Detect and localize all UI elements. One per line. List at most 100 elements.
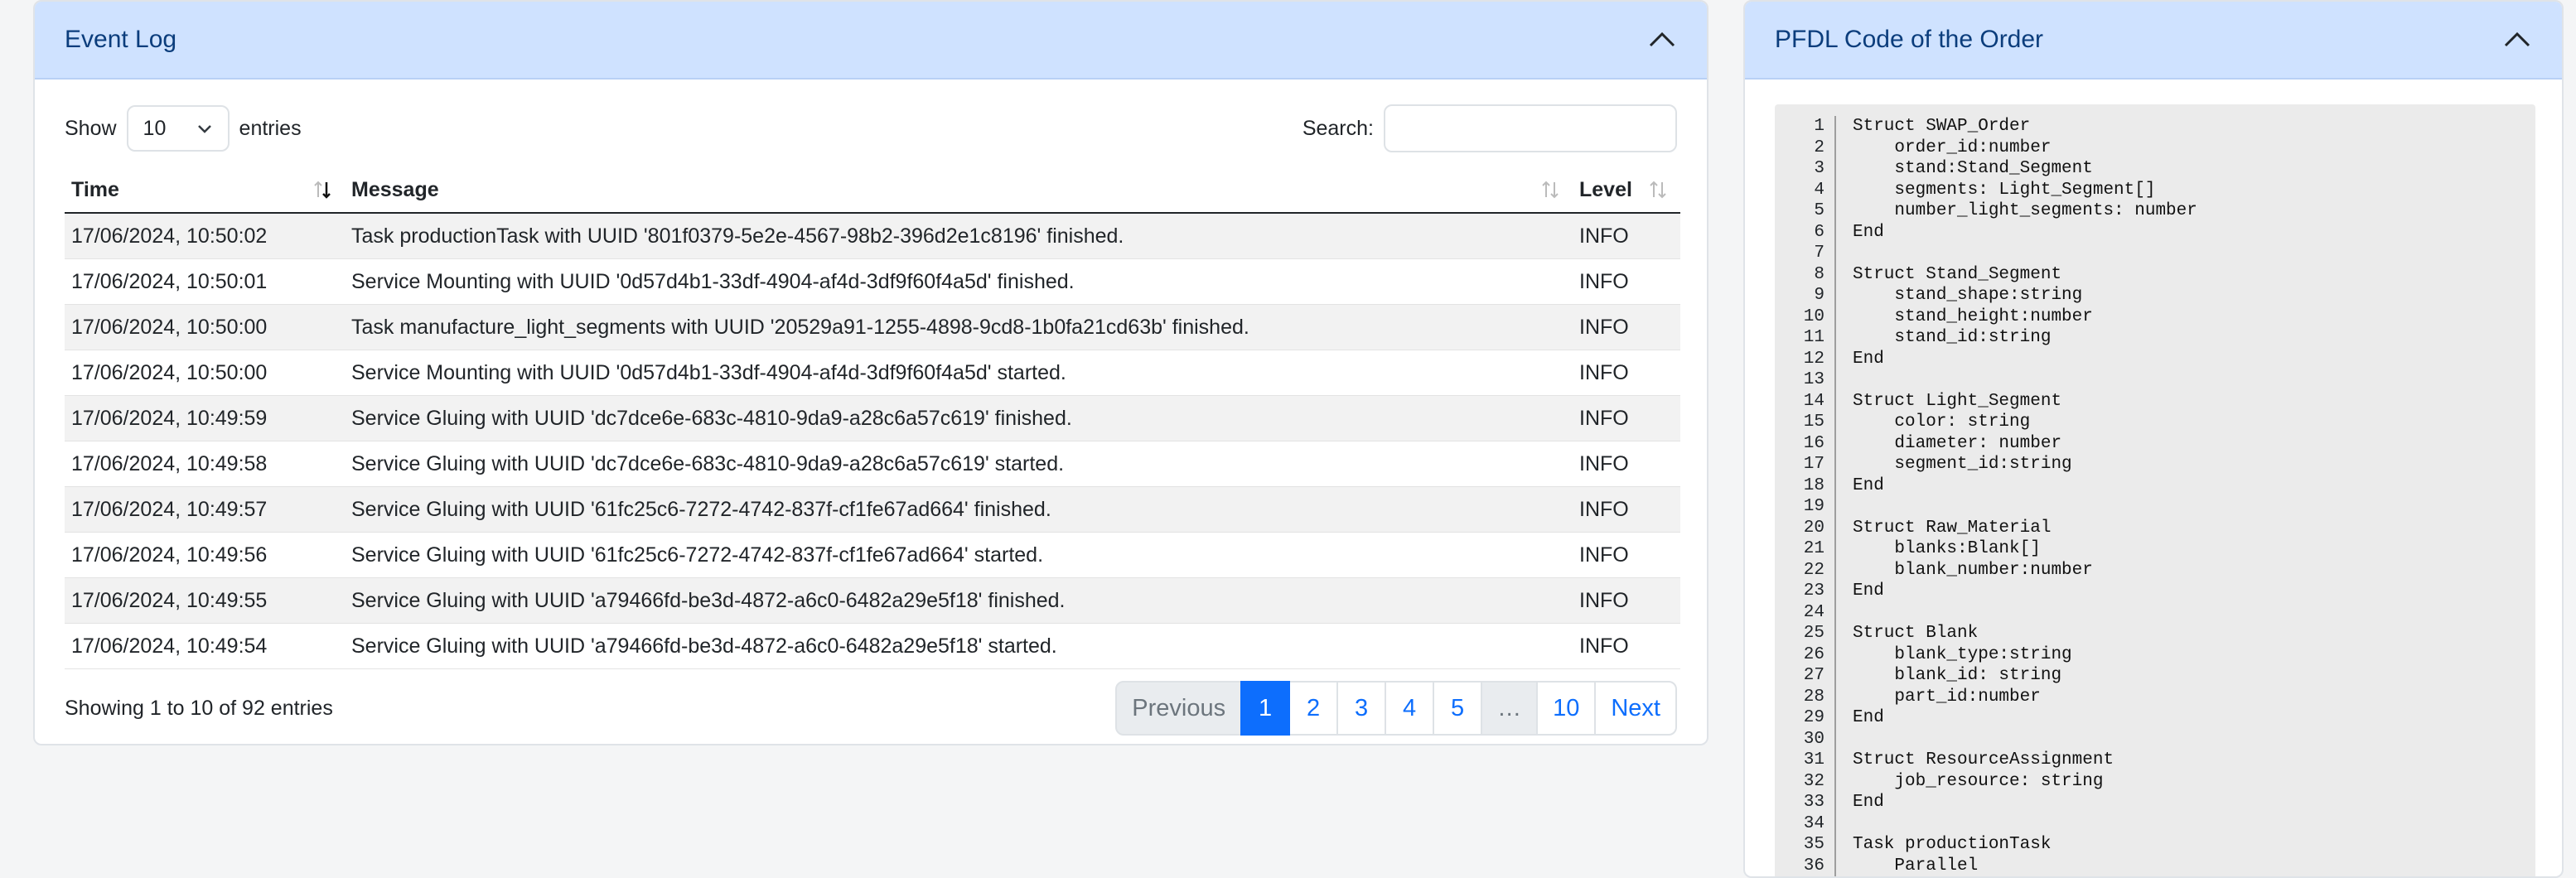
code-text: blank_id: string [1853, 666, 2062, 685]
line-number: 34 [1775, 813, 1836, 834]
code-text: color: string [1853, 412, 2031, 432]
line-number: 28 [1775, 686, 1836, 707]
page-button-10[interactable]: 10 [1536, 681, 1597, 736]
code-text: Struct Blank [1853, 624, 1979, 643]
event-log-card: Event Log Show 10 entries Search: Time M… [33, 0, 1708, 745]
cell-time: 17/06/2024, 10:50:01 [65, 258, 345, 305]
code-line: 14 Struct Light_Segment [1775, 390, 2535, 412]
code-line: 19 [1775, 496, 2535, 518]
code-line: 25 Struct Blank [1775, 623, 2535, 644]
code-text: segments: Light_Segment[] [1853, 180, 2156, 200]
code-line: 9 stand_shape:string [1775, 285, 2535, 306]
cell-level: INFO [1573, 258, 1680, 305]
search-input[interactable] [1384, 104, 1677, 152]
table-info: Showing 1 to 10 of 92 entries [65, 696, 333, 720]
table-row: 17/06/2024, 10:50:00 Service Mounting wit… [65, 350, 1680, 396]
code-line: 20 Struct Raw_Material [1775, 517, 2535, 538]
code-viewer[interactable]: 1 Struct SWAP_Order 2 order_id:number 3 sta… [1775, 104, 2535, 876]
code-line: 31 Struct ResourceAssignment [1775, 750, 2535, 771]
code-line: 13 [1775, 369, 2535, 391]
line-number: 35 [1775, 834, 1836, 856]
line-number: 3 [1775, 158, 1836, 180]
page-button-1[interactable]: 1 [1240, 681, 1291, 736]
code-line: 21 blanks:Blank[] [1775, 538, 2535, 560]
chevron-up-icon[interactable] [2502, 25, 2532, 55]
cell-message: Service Gluing with UUID 'dc7dce6e-683c-… [345, 395, 1573, 441]
column-header-message[interactable]: Message [345, 167, 1573, 214]
line-number: 32 [1775, 770, 1836, 792]
page-length-select[interactable]: 10 [126, 105, 230, 152]
entries-label: entries [239, 116, 302, 140]
column-header-label: Message [351, 177, 439, 201]
previous-button[interactable]: Previous [1115, 681, 1243, 736]
column-header-time[interactable]: Time [65, 167, 345, 214]
page-button-2[interactable]: 2 [1288, 681, 1339, 736]
sort-desc-icon [314, 181, 331, 199]
code-line: 8 Struct Stand_Segment [1775, 263, 2535, 285]
line-number: 12 [1775, 348, 1836, 369]
cell-time: 17/06/2024, 10:49:59 [65, 395, 345, 441]
cell-level: INFO [1573, 350, 1680, 396]
line-number: 36 [1775, 855, 1836, 876]
code-text: Parallel [1853, 856, 1979, 876]
code-text: order_id:number [1853, 137, 2052, 157]
line-number: 25 [1775, 623, 1836, 644]
code-line: 5 number_light_segments: number [1775, 200, 2535, 222]
line-number: 5 [1775, 200, 1836, 222]
page-button-3[interactable]: 3 [1336, 681, 1387, 736]
line-number: 7 [1775, 243, 1836, 264]
cell-message: Task manufacture_light_segments with UUI… [345, 304, 1573, 350]
line-number: 14 [1775, 390, 1836, 412]
pfdl-code-header[interactable]: PFDL Code of the Order [1745, 2, 2562, 80]
table-controls: Show 10 entries Search: [35, 80, 1707, 154]
code-line: 30 [1775, 728, 2535, 750]
cell-level: INFO [1573, 213, 1680, 259]
chevron-up-icon[interactable] [1647, 25, 1677, 55]
line-number: 30 [1775, 728, 1836, 750]
line-number: 27 [1775, 665, 1836, 687]
event-log-header[interactable]: Event Log [35, 2, 1707, 80]
cell-message: Service Gluing with UUID 'a79466fd-be3d-… [345, 577, 1573, 624]
line-number: 22 [1775, 559, 1836, 581]
line-number: 24 [1775, 601, 1836, 623]
code-block: 1 Struct SWAP_Order 2 order_id:number 3 sta… [1775, 104, 2535, 876]
table-row: 17/06/2024, 10:49:59 Service Gluing with … [65, 395, 1680, 441]
table-row: 17/06/2024, 10:49:54 Service Gluing with … [65, 623, 1680, 669]
code-text: Struct ResourceAssignment [1853, 750, 2114, 769]
code-line: 22 blank_number:number [1775, 559, 2535, 581]
page-button-4[interactable]: 4 [1385, 681, 1435, 736]
code-text: End [1853, 708, 1884, 727]
chevron-down-icon [197, 125, 211, 133]
column-header-label: Time [71, 177, 119, 201]
column-header-level[interactable]: Level [1573, 167, 1680, 214]
code-text: stand_height:number [1853, 306, 2093, 326]
code-text: End [1853, 793, 1884, 812]
show-label: Show [65, 116, 117, 140]
code-text: job_resource: string [1853, 771, 2104, 791]
code-text: blank_number:number [1853, 560, 2093, 580]
cell-time: 17/06/2024, 10:49:55 [65, 577, 345, 624]
line-number: 31 [1775, 750, 1836, 771]
code-text: stand_id:string [1853, 328, 2052, 347]
cell-time: 17/06/2024, 10:49:56 [65, 532, 345, 578]
code-text: End [1853, 475, 1884, 495]
next-button[interactable]: Next [1594, 681, 1677, 736]
page-button-5[interactable]: 5 [1433, 681, 1483, 736]
code-line: 23 End [1775, 581, 2535, 602]
column-header-label: Level [1579, 177, 1632, 201]
code-text: Struct Raw_Material [1853, 518, 2052, 538]
cell-time: 17/06/2024, 10:49:54 [65, 623, 345, 669]
code-line: 7 [1775, 243, 2535, 264]
code-line: 18 End [1775, 475, 2535, 496]
cell-message: Service Mounting with UUID '0d57d4b1-33d… [345, 350, 1573, 396]
sort-icon [1542, 181, 1559, 199]
code-line: 16 diameter: number [1775, 432, 2535, 454]
line-number: 21 [1775, 538, 1836, 560]
cell-message: Service Gluing with UUID '61fc25c6-7272-… [345, 486, 1573, 533]
line-number: 20 [1775, 517, 1836, 538]
line-number: 1 [1775, 116, 1836, 137]
